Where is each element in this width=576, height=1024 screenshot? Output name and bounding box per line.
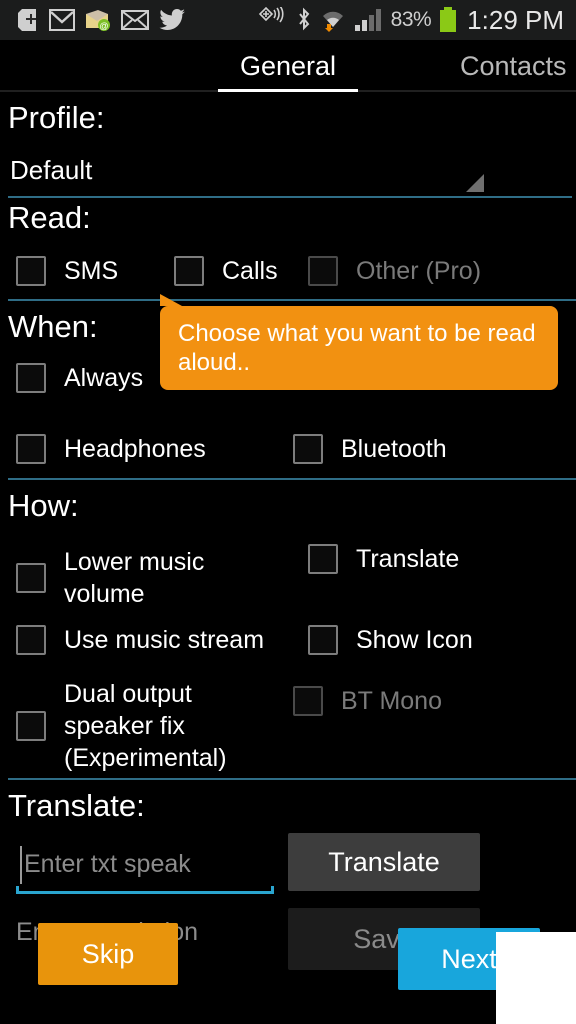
- checkbox-always[interactable]: [16, 363, 46, 393]
- read-section-title: Read:: [8, 200, 91, 235]
- tab-selected-indicator: [218, 89, 358, 92]
- clock-label: 1:29 PM: [467, 4, 564, 35]
- text-caret: [20, 846, 22, 884]
- email-icon: [121, 10, 149, 30]
- tooltip-pointer: [160, 294, 182, 306]
- battery-percent-label: 83%: [390, 8, 432, 31]
- checkbox-row-sms[interactable]: SMS: [8, 250, 118, 292]
- tab-contacts-label: Contacts: [460, 50, 567, 81]
- checkbox-row-calls[interactable]: Calls: [166, 250, 278, 292]
- google-plus-icon: [18, 9, 36, 31]
- checkbox-row-bluetooth[interactable]: Bluetooth: [285, 428, 447, 470]
- translate-section-title: Translate:: [8, 788, 145, 823]
- profile-section-title: Profile:: [8, 100, 105, 135]
- bluetooth-icon: [298, 7, 309, 31]
- mail-badge-icon: @: [86, 10, 110, 31]
- tab-general-label: General: [239, 50, 337, 81]
- profile-spinner-value: Default: [10, 154, 93, 185]
- checkbox-lower-music-volume-label: Lower music volume: [64, 548, 205, 608]
- twitter-icon: [159, 9, 185, 30]
- checkbox-row-bt-mono: BT Mono: [285, 680, 442, 722]
- profile-spinner[interactable]: Default: [0, 142, 576, 198]
- divider-read: [8, 299, 576, 301]
- translate-input[interactable]: [16, 840, 274, 888]
- translate-input-wrapper[interactable]: [16, 840, 274, 894]
- checkbox-sms[interactable]: [16, 256, 46, 286]
- checkbox-row-always[interactable]: Always: [8, 357, 143, 399]
- how-section-title: How:: [8, 488, 79, 523]
- tooltip-text: Choose what you want to be read aloud..: [178, 320, 536, 376]
- translate-button-label: Translate: [328, 846, 440, 877]
- status-bar: @ 83% 1:29 PM: [0, 0, 576, 40]
- chevron-down-icon: [466, 174, 484, 192]
- checkbox-row-translate[interactable]: Translate: [300, 538, 459, 580]
- checkbox-dual-output-speaker-fix-label: Dual output speaker fix (Experimental): [64, 680, 227, 772]
- checkbox-calls[interactable]: [174, 256, 204, 286]
- tab-general[interactable]: General: [218, 40, 358, 92]
- next-button-label: Next: [441, 943, 497, 974]
- checkbox-bluetooth-label: Bluetooth: [341, 434, 447, 463]
- checkbox-show-icon-label: Show Icon: [356, 625, 473, 654]
- tab-bar: General Contacts: [0, 40, 576, 92]
- white-overlay-box: [496, 932, 576, 1024]
- checkbox-use-music-stream-label: Use music stream: [64, 625, 265, 654]
- checkbox-headphones-label: Headphones: [64, 434, 206, 463]
- profile-spinner-underline: [8, 196, 572, 198]
- wifi-download-icon: [322, 11, 343, 32]
- checkbox-row-other-pro: Other (Pro): [300, 250, 481, 292]
- when-section-title: When:: [8, 309, 98, 344]
- translate-button[interactable]: Translate: [288, 833, 480, 891]
- cellular-signal-icon: [354, 9, 381, 31]
- checkbox-bt-mono: [293, 686, 323, 716]
- skip-button[interactable]: Skip: [38, 923, 178, 985]
- tab-contacts[interactable]: Contacts: [460, 40, 576, 92]
- checkbox-row-use-music-stream[interactable]: Use music stream: [8, 619, 264, 661]
- checkbox-dual-output-speaker-fix[interactable]: [16, 711, 46, 741]
- checkbox-bt-mono-label: BT Mono: [341, 686, 442, 715]
- status-bar-notification-icons: @: [8, 7, 186, 33]
- app-screen: @ 83% 1:29 PM General Contacts Profile: …: [0, 0, 576, 1024]
- checkbox-row-headphones[interactable]: Headphones: [8, 428, 206, 470]
- checkbox-row-dual-output-speaker-fix[interactable]: Dual output speaker fix (Experimental): [8, 672, 274, 780]
- svg-text:@: @: [99, 21, 108, 31]
- checkbox-use-music-stream[interactable]: [16, 625, 46, 655]
- checkbox-other-pro-label: Other (Pro): [356, 256, 482, 285]
- checkbox-row-lower-music-volume[interactable]: Lower music volume: [8, 540, 234, 616]
- divider-how: [8, 778, 576, 780]
- nfc-cast-icon: [258, 7, 284, 23]
- translate-input-underline: [16, 886, 274, 894]
- checkbox-sms-label: SMS: [64, 256, 119, 285]
- checkbox-lower-music-volume[interactable]: [16, 563, 46, 593]
- skip-button-label: Skip: [81, 938, 135, 969]
- checkbox-headphones[interactable]: [16, 434, 46, 464]
- checkbox-always-label: Always: [64, 363, 144, 392]
- checkbox-translate-label: Translate: [356, 544, 460, 573]
- checkbox-other-pro: [308, 256, 338, 286]
- divider-when: [8, 478, 576, 480]
- gmail-icon: [49, 9, 75, 31]
- checkbox-bluetooth[interactable]: [293, 434, 323, 464]
- tooltip-read-aloud[interactable]: Choose what you want to be read aloud..: [160, 294, 558, 390]
- checkbox-translate[interactable]: [308, 544, 338, 574]
- status-bar-system-icons: 83% 1:29 PM: [255, 5, 568, 36]
- checkbox-calls-label: Calls: [222, 256, 278, 285]
- checkbox-show-icon[interactable]: [308, 625, 338, 655]
- battery-icon: [440, 7, 457, 32]
- checkbox-row-show-icon[interactable]: Show Icon: [300, 619, 473, 661]
